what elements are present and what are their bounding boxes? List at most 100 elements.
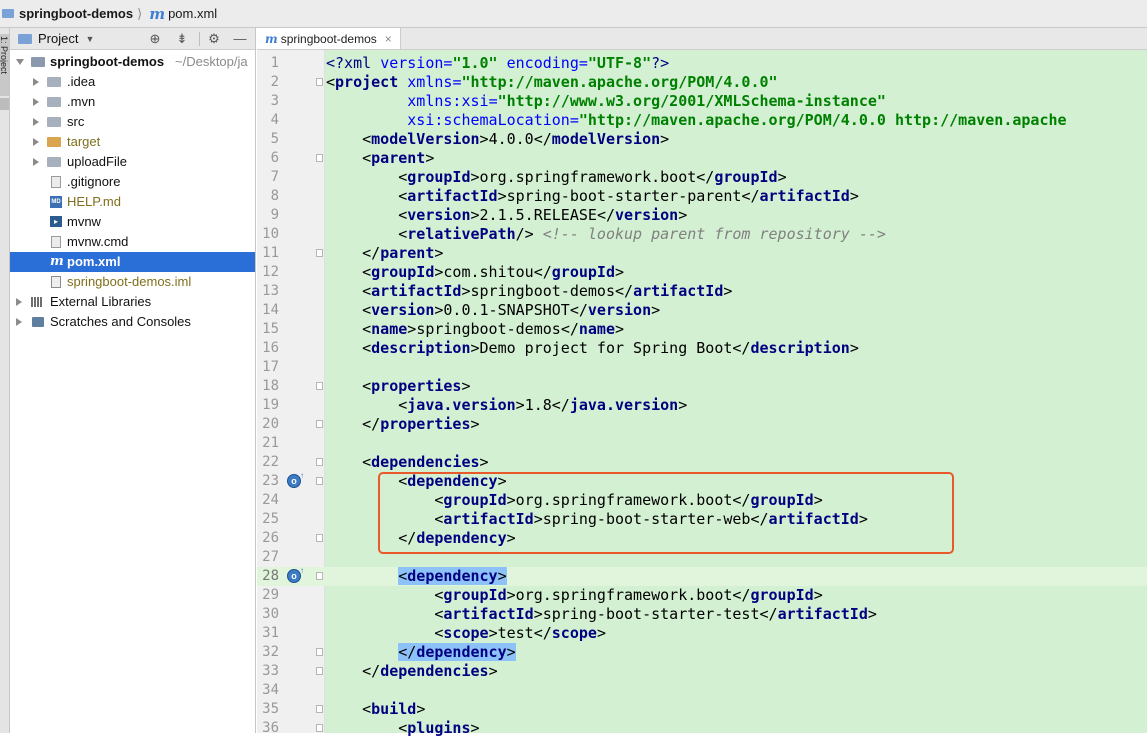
folder-icon <box>47 97 61 107</box>
fold-marker-icon[interactable] <box>316 667 323 675</box>
navigation-bar: springboot-demos ⟩ m pom.xml <box>0 0 1147 28</box>
tree-item-label: mvnw <box>67 214 101 229</box>
close-icon[interactable]: × <box>385 32 392 46</box>
code-line: 32 </dependency> <box>262 643 516 661</box>
fold-marker-icon[interactable] <box>316 249 323 257</box>
module-file-icon <box>51 276 61 288</box>
collapse-arrow-icon[interactable] <box>33 78 39 86</box>
tree-item-label: .idea <box>67 74 96 89</box>
tree-item-iml[interactable]: springboot-demos.iml <box>10 272 255 292</box>
tree-item-external-libraries[interactable]: External Libraries <box>10 292 255 312</box>
collapse-all-icon[interactable]: ⇟ <box>173 30 191 48</box>
tree-item-src[interactable]: src <box>10 112 255 132</box>
collapse-arrow-icon[interactable] <box>33 158 39 166</box>
fold-marker-icon[interactable] <box>316 154 323 162</box>
fold-marker-icon[interactable] <box>316 420 323 428</box>
maven-file-icon: m <box>50 254 64 269</box>
code-line: 27 <box>262 549 279 565</box>
project-panel: Project ▼ ⊕ ⇟ ⚙ — springboot-demos ~/Des… <box>10 28 256 733</box>
project-view-selector[interactable]: Project ▼ <box>18 31 94 46</box>
tree-item-label: uploadFile <box>67 154 127 169</box>
breadcrumb-project[interactable]: springboot-demos <box>0 0 133 28</box>
collapse-arrow-icon[interactable] <box>33 138 39 146</box>
gear-icon[interactable]: ⚙ <box>205 30 223 48</box>
tree-item-mvn[interactable]: .mvn <box>10 92 255 112</box>
locate-target-icon[interactable]: ⊕ <box>146 30 164 48</box>
breadcrumb-separator-icon: ⟩ <box>137 5 143 21</box>
collapse-arrow-icon[interactable] <box>33 118 39 126</box>
tree-item-scratches[interactable]: Scratches and Consoles <box>10 312 255 332</box>
code-line: 21 <box>262 435 279 451</box>
code-line: 29 <groupId>org.springframework.boot</gr… <box>262 586 823 604</box>
override-marker-icon[interactable]: o ↑ <box>287 566 304 583</box>
breadcrumb-project-label: springboot-demos <box>19 6 134 21</box>
code-line-current: 28 o ↑ <dependency> <box>257 566 1147 586</box>
fold-marker-icon[interactable] <box>316 477 323 485</box>
chevron-down-icon: ▼ <box>85 33 95 44</box>
tree-item-label: springboot-demos.iml <box>67 274 192 289</box>
fold-marker-icon[interactable] <box>316 648 323 656</box>
fold-marker-icon[interactable] <box>316 458 323 466</box>
project-tool-label: 1: Project <box>0 36 9 75</box>
tab-pom-xml[interactable]: m springboot-demos × <box>257 28 401 49</box>
maven-file-icon: m <box>149 4 166 23</box>
tab-label: springboot-demos <box>280 31 377 46</box>
breadcrumb-file-label: pom.xml <box>168 6 218 21</box>
minimize-icon[interactable]: — <box>231 30 249 48</box>
tree-item-path: ~/Desktop/ja <box>175 54 248 69</box>
fold-marker-icon[interactable] <box>316 572 323 580</box>
tool-strip-marker <box>0 98 9 110</box>
code-line: 15 <name>springboot-demos</name> <box>262 320 625 338</box>
tree-item-mvnw[interactable]: ▸ mvnw <box>10 212 255 232</box>
collapse-arrow-icon[interactable] <box>16 298 22 306</box>
code-line: 20 </properties> <box>262 415 480 433</box>
tree-item-label: src <box>67 114 85 129</box>
project-tree: springboot-demos ~/Desktop/ja .idea .mvn… <box>10 50 255 332</box>
fold-marker-icon[interactable] <box>316 78 323 86</box>
code-line: 22 <dependencies> <box>262 453 489 471</box>
code-line: 6 <parent> <box>270 149 435 167</box>
code-line: 3 xmlns:xsi="http://www.w3.org/2001/XMLS… <box>270 92 886 110</box>
tree-item-uploadfile[interactable]: uploadFile <box>10 152 255 172</box>
code-line: 19 <java.version>1.8</java.version> <box>262 396 688 414</box>
project-folder-icon <box>18 33 32 44</box>
code-line: 1 <?xml version="1.0" encoding="UTF-8"?> <box>270 54 670 72</box>
tree-item-label: mvnw.cmd <box>67 234 129 249</box>
code-line: 17 <box>262 359 279 375</box>
collapse-arrow-icon[interactable] <box>16 318 22 326</box>
tree-item-gitignore[interactable]: .gitignore <box>10 172 255 192</box>
code-line: 36 <plugins> <box>262 719 480 737</box>
fold-marker-icon[interactable] <box>316 724 323 732</box>
code-line: 35 <build> <box>262 700 426 718</box>
code-line: 7 <groupId>org.springframework.boot</gro… <box>270 168 787 186</box>
project-panel-header: Project ▼ ⊕ ⇟ ⚙ — <box>10 28 255 50</box>
code-editor[interactable]: 1 <?xml version="1.0" encoding="UTF-8"?>… <box>257 50 1147 737</box>
editor-panel: m springboot-demos × 1 <?xml version="1.… <box>257 28 1147 737</box>
tree-item-label: target <box>67 134 101 149</box>
tree-item-label: .mvn <box>67 94 96 109</box>
collapse-arrow-icon[interactable] <box>33 98 39 106</box>
code-line: 23 o ↑ <dependency> <box>262 471 507 490</box>
project-tool-button[interactable]: 1: Project <box>0 34 9 96</box>
breadcrumb-file[interactable]: m pom.xml <box>147 0 217 28</box>
tree-item-target[interactable]: target <box>10 132 255 152</box>
code-line: 13 <artifactId>springboot-demos</artifac… <box>262 282 733 300</box>
tree-item-idea[interactable]: .idea <box>10 72 255 92</box>
tree-item-mvnwcmd[interactable]: mvnw.cmd <box>10 232 255 252</box>
tree-item-help[interactable]: MD HELP.md <box>10 192 255 212</box>
header-divider <box>199 32 200 46</box>
fold-marker-icon[interactable] <box>316 534 323 542</box>
tree-item-root[interactable]: springboot-demos ~/Desktop/ja <box>10 52 255 72</box>
text-file-icon <box>51 176 61 188</box>
code-line: 18 <properties> <box>262 377 471 395</box>
override-marker-icon[interactable]: o ↑ <box>287 471 304 488</box>
editor-tab-bar: m springboot-demos × <box>257 28 1147 50</box>
code-line: 24 <groupId>org.springframework.boot</gr… <box>262 491 823 509</box>
tree-item-label: pom.xml <box>67 254 121 269</box>
fold-marker-icon[interactable] <box>316 705 323 713</box>
module-folder-icon <box>31 57 45 67</box>
code-line: 9 <version>2.1.5.RELEASE</version> <box>270 206 688 224</box>
fold-marker-icon[interactable] <box>316 382 323 390</box>
expand-arrow-icon[interactable] <box>16 59 24 65</box>
tree-item-pom[interactable]: m pom.xml <box>10 252 255 272</box>
